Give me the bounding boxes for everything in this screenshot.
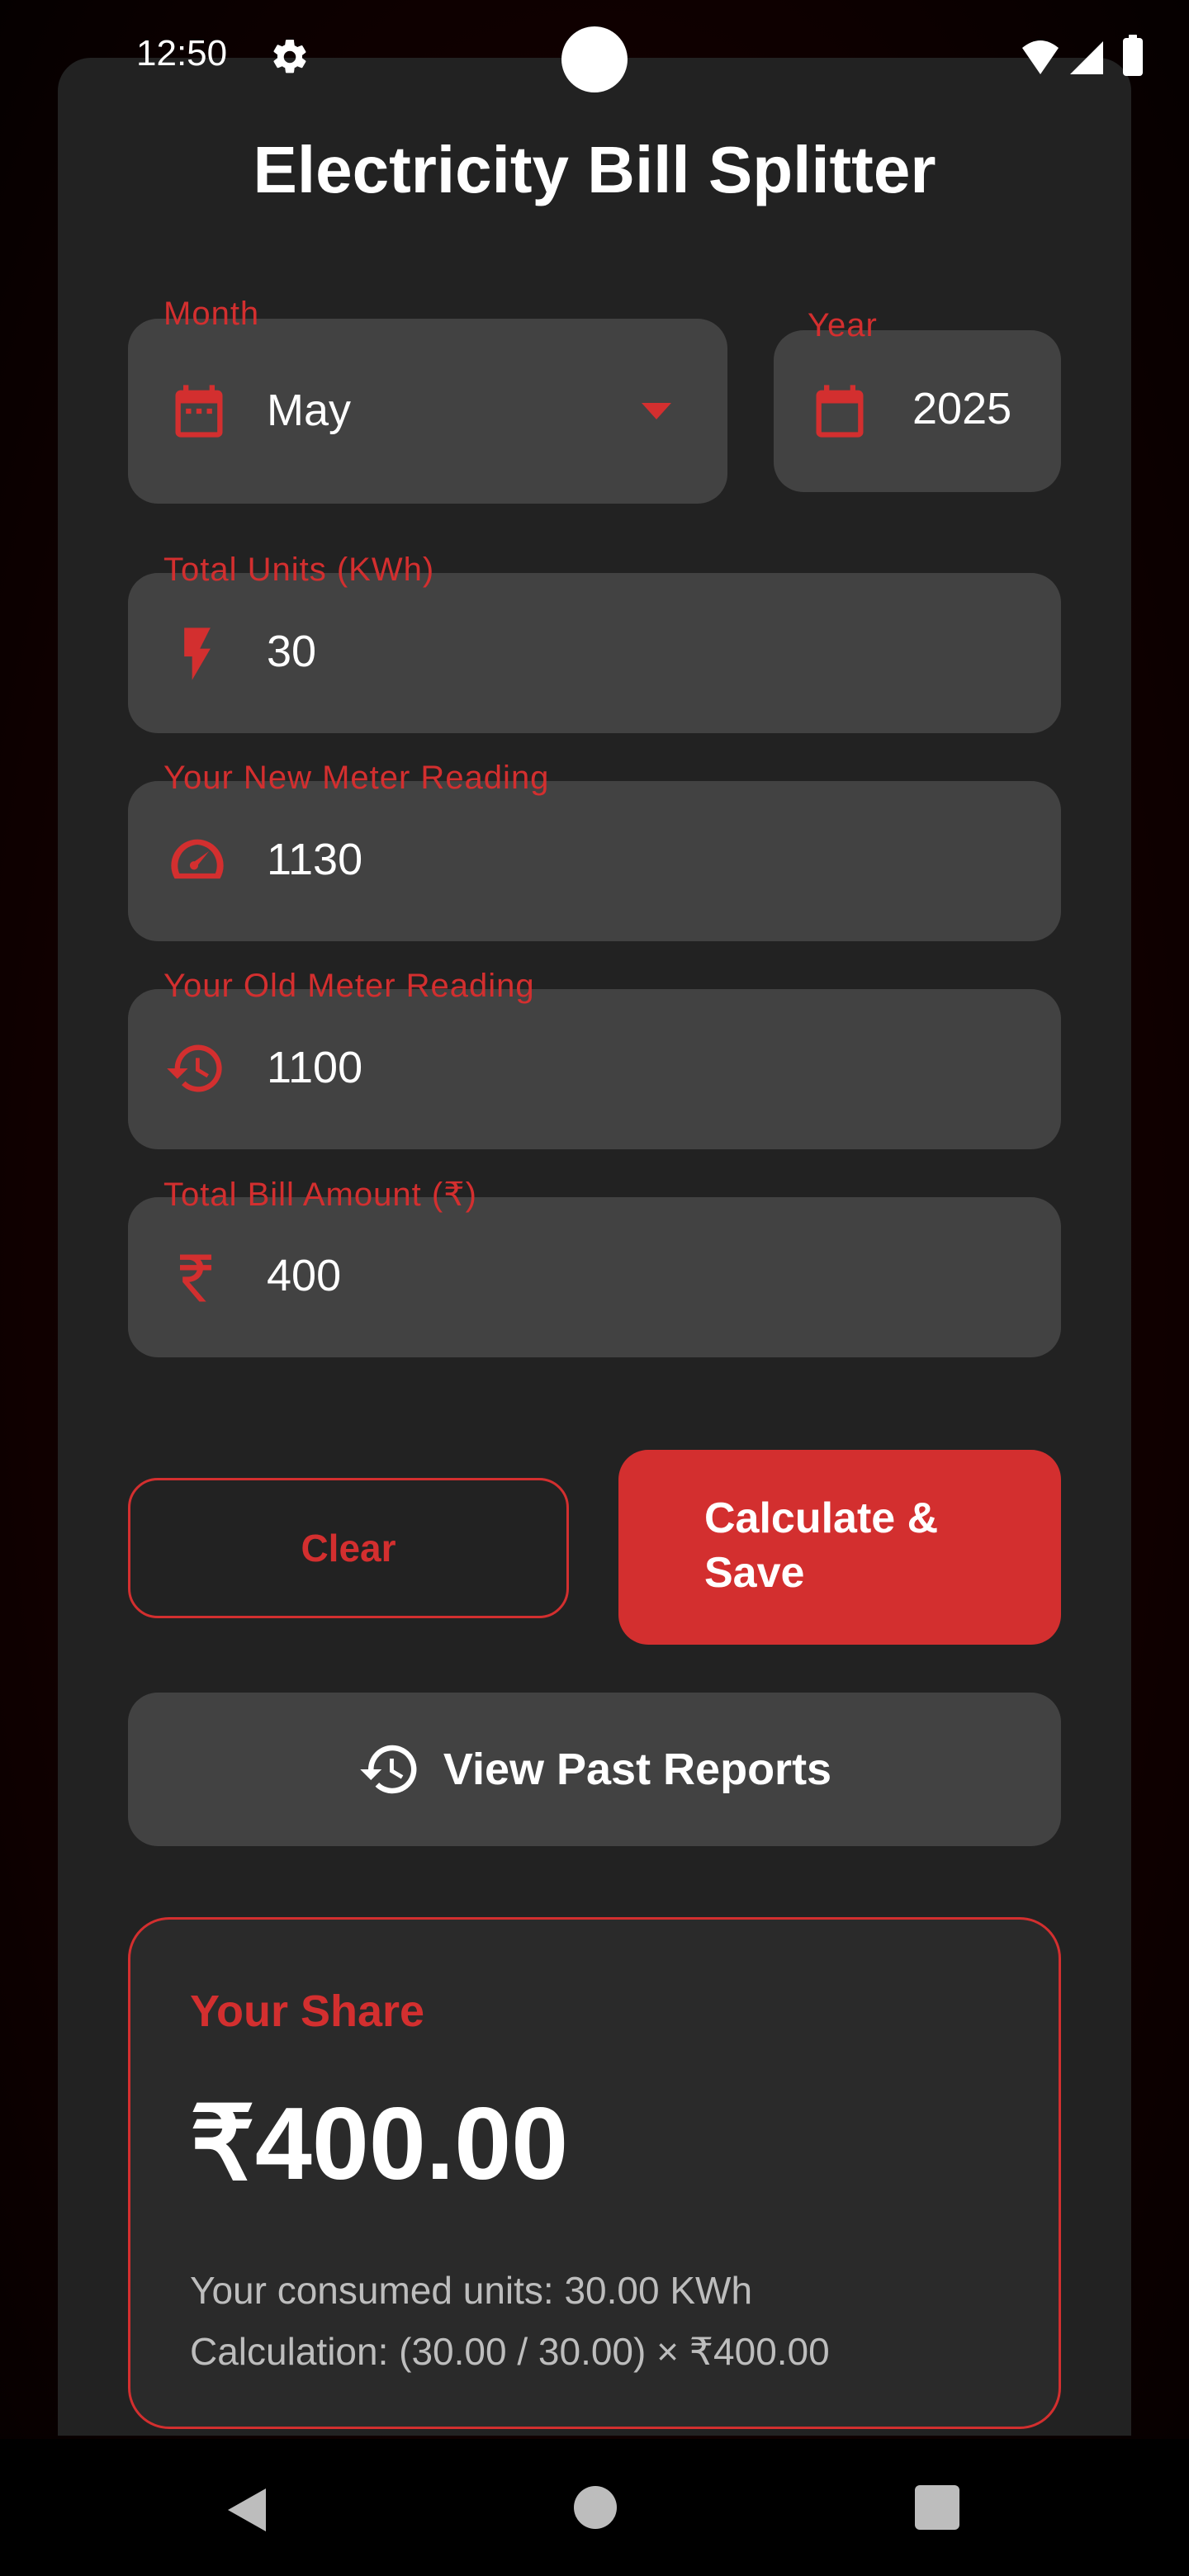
bolt-icon: [184, 627, 211, 680]
speedometer-icon: [171, 839, 224, 879]
system-status-icons: [1022, 35, 1143, 76]
calculate-save-button[interactable]: Calculate & Save: [618, 1450, 1061, 1645]
total-bill-amount-value: 400: [267, 1251, 342, 1300]
calendar-icon: [175, 385, 223, 438]
month-dropdown[interactable]: May: [128, 319, 727, 504]
back-icon[interactable]: [223, 2485, 272, 2535]
year-field[interactable]: 2025: [774, 330, 1061, 492]
wifi-icon: [1022, 40, 1059, 74]
history-icon: [360, 1745, 417, 1794]
system-navigation-bar: [0, 2439, 1189, 2576]
total-units-field[interactable]: 30: [128, 573, 1061, 733]
new-meter-reading-label: Your New Meter Reading: [163, 760, 550, 796]
month-label: Month: [163, 296, 260, 332]
history-icon: [167, 1044, 222, 1092]
status-bar: 12:50: [0, 0, 1189, 116]
rupee-icon: [180, 1254, 211, 1302]
clear-button-label: Clear: [301, 1527, 396, 1570]
settings-gear-icon: [273, 40, 306, 73]
old-meter-reading-field[interactable]: 1100: [128, 989, 1061, 1149]
clear-button[interactable]: Clear: [128, 1478, 569, 1618]
page-title: Electricity Bill Splitter: [253, 133, 936, 206]
chevron-down-icon: [642, 403, 671, 419]
recents-icon[interactable]: [915, 2485, 959, 2530]
share-amount: ₹400.00: [190, 2087, 569, 2201]
total-units-label: Total Units (KWh): [163, 552, 435, 588]
month-value: May: [267, 386, 352, 435]
home-icon[interactable]: [573, 2485, 618, 2530]
old-meter-reading-value: 1100: [267, 1043, 363, 1092]
status-time: 12:50: [136, 33, 228, 73]
view-past-reports-label: View Past Reports: [443, 1745, 832, 1794]
consumed-units-text: Your consumed units: 30.00 KWh: [190, 2269, 753, 2312]
total-bill-amount-field[interactable]: 400: [128, 1197, 1061, 1357]
signal-icon: [1070, 41, 1103, 74]
share-title: Your Share: [190, 1986, 425, 2036]
year-value: 2025: [912, 384, 1012, 433]
new-meter-reading-value: 1130: [267, 835, 363, 884]
battery-icon: [1123, 38, 1143, 76]
front-camera: [561, 26, 628, 92]
calendar-icon: [816, 385, 864, 438]
total-units-value: 30: [267, 627, 317, 676]
new-meter-reading-field[interactable]: 1130: [128, 781, 1061, 941]
share-result-card: Your Share ₹400.00 Your consumed units: …: [128, 1917, 1061, 2429]
calculate-save-button-label: Calculate & Save: [704, 1494, 939, 1597]
calculation-text: Calculation: (30.00 / 30.00) × ₹400.00: [190, 2330, 830, 2373]
view-past-reports-button[interactable]: View Past Reports: [128, 1693, 1061, 1846]
year-label: Year: [808, 307, 878, 343]
old-meter-reading-label: Your Old Meter Reading: [163, 968, 535, 1004]
total-bill-amount-label: Total Bill Amount (₹): [163, 1177, 477, 1213]
